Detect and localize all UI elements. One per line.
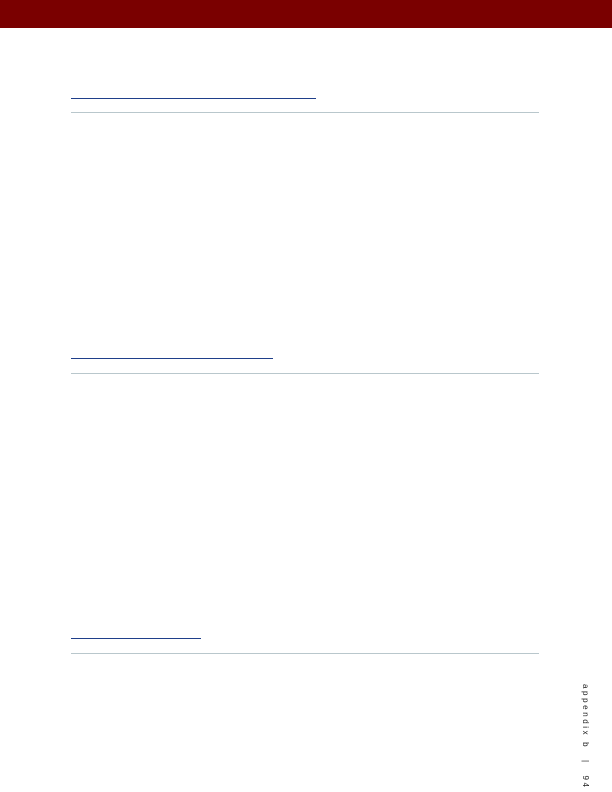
section-heading-link-underline[interactable] — [71, 98, 316, 99]
section-heading-link-underline[interactable] — [71, 358, 273, 359]
header-band — [0, 0, 612, 28]
section-divider — [71, 373, 539, 374]
section-divider — [71, 653, 539, 654]
section-heading-link-underline[interactable] — [71, 638, 201, 639]
section-divider — [71, 112, 539, 113]
page-footer-text: appendix b | 94 — [581, 684, 590, 790]
page-number: 94 — [581, 775, 590, 790]
section-label: appendix b — [581, 684, 590, 750]
page-footer: appendix b | 94 — [570, 684, 598, 790]
separator: | — [581, 759, 590, 765]
